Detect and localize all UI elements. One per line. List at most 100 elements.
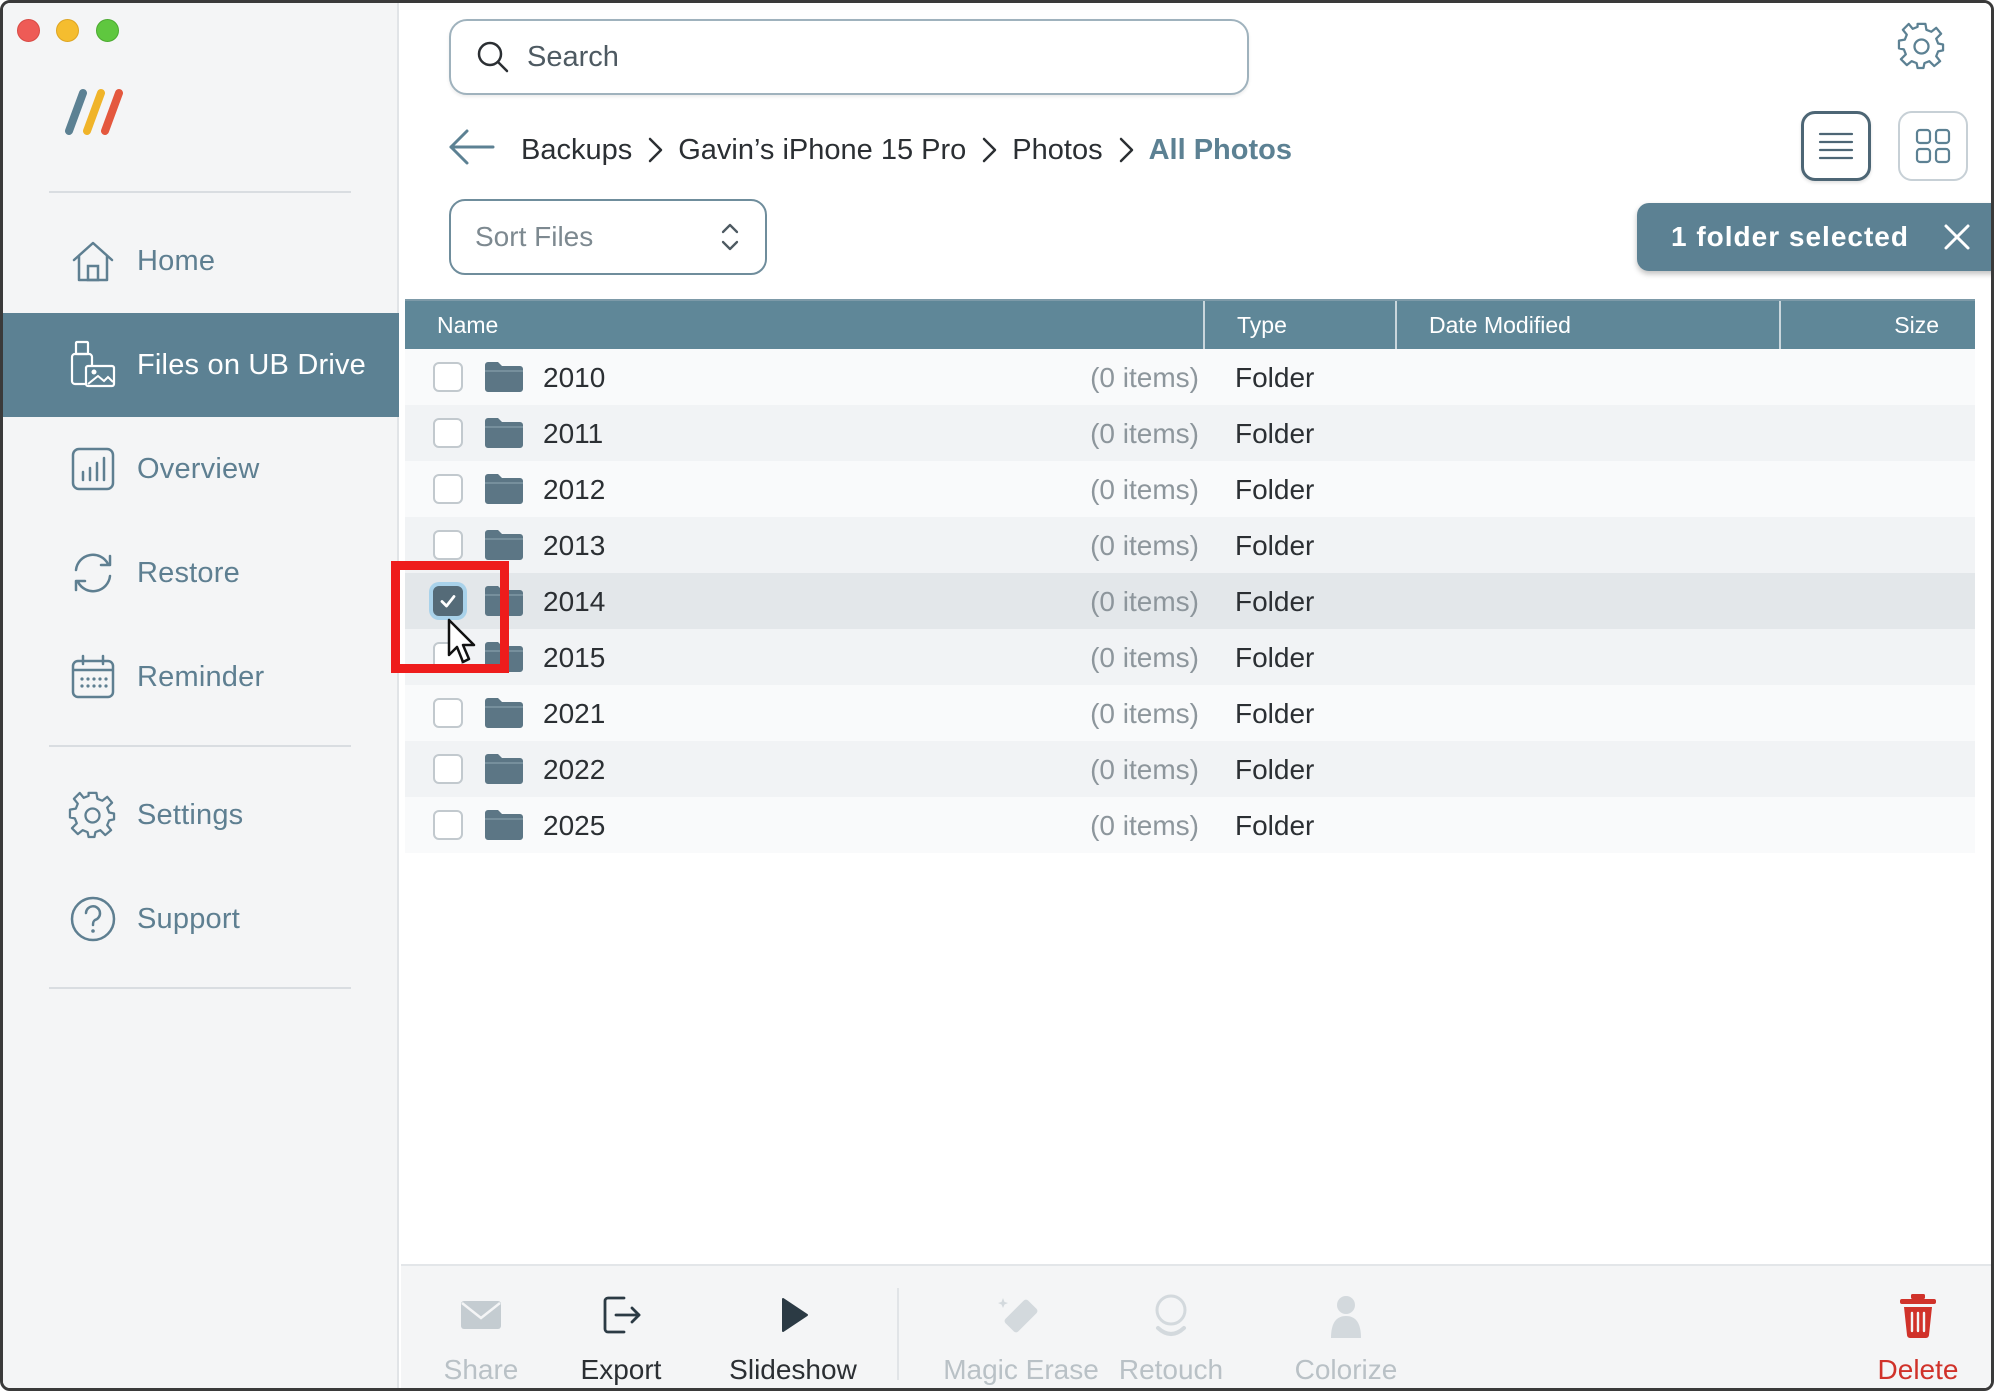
sidebar-item-home[interactable]: Home [3,209,399,313]
export-button[interactable]: Export [571,1266,671,1388]
item-count: (0 items) [1090,530,1199,561]
sidebar-item-overview[interactable]: Overview [3,417,399,521]
sidebar-item-label: Home [137,244,216,277]
trash-icon [1900,1294,1936,1338]
sidebar-divider [49,987,351,989]
table-row[interactable]: 2025 (0 items) Folder [405,797,1975,853]
sidebar-item-support[interactable]: Support [3,867,399,971]
zoom-window-button[interactable] [96,19,119,42]
item-count: (0 items) [1090,418,1199,449]
column-header-name[interactable]: Name [405,301,1205,349]
delete-button[interactable]: Delete [1863,1266,1973,1388]
file-type: Folder [1235,642,1315,673]
table-row[interactable]: 2013 (0 items) Folder [405,517,1975,573]
item-count: (0 items) [1090,362,1199,393]
file-type: Folder [1235,586,1315,617]
table-row[interactable]: 2021 (0 items) Folder [405,685,1975,741]
table-row[interactable]: 2022 (0 items) Folder [405,741,1975,797]
table-row[interactable]: 2011 (0 items) Folder [405,405,1975,461]
table-row[interactable]: 2012 (0 items) Folder [405,461,1975,517]
chevron-right-icon [648,137,663,163]
magic-erase-button[interactable]: Magic Erase [941,1266,1101,1388]
home-icon [67,235,119,287]
row-checkbox[interactable] [433,698,463,728]
item-count: (0 items) [1090,474,1199,505]
grid-view-button[interactable] [1898,111,1968,181]
table-row[interactable]: 2010 (0 items) Folder [405,349,1975,405]
sidebar-item-label: Restore [137,556,240,589]
item-count: (0 items) [1090,586,1199,617]
folder-name: 2012 [543,474,606,505]
share-button[interactable]: Share [431,1266,531,1388]
file-type: Folder [1235,754,1315,785]
row-checkbox[interactable] [433,474,463,504]
item-count: (0 items) [1090,698,1199,729]
restore-icon [67,547,119,599]
checkmark-icon [440,595,456,608]
breadcrumb: Backups Gavin’s iPhone 15 Pro Photos All… [521,125,1292,175]
sidebar-divider [49,191,351,193]
app-logo [65,89,123,135]
colorize-button[interactable]: Colorize [1281,1266,1411,1388]
list-view-button[interactable] [1801,111,1871,181]
folder-icon [485,754,523,784]
column-header-date-modified[interactable]: Date Modified [1397,301,1781,349]
folder-icon [485,362,523,392]
close-window-button[interactable] [17,19,40,42]
item-count: (0 items) [1090,642,1199,673]
sidebar-item-settings[interactable]: Settings [3,763,399,867]
magic-eraser-icon [998,1298,1038,1333]
sort-files-select[interactable]: Sort Files [449,199,767,275]
settings-gear-icon[interactable] [1897,21,1947,71]
sidebar-item-label: Settings [137,798,244,831]
column-header-type[interactable]: Type [1205,301,1397,349]
search-box[interactable] [449,19,1249,95]
row-checkbox[interactable] [433,754,463,784]
table-header: Name Type Date Modified Size [405,299,1975,349]
back-arrow-icon[interactable] [445,121,497,173]
grid-icon [1915,128,1951,164]
close-icon[interactable] [1939,219,1975,255]
sidebar-item-files-on-ub-drive[interactable]: Files on UB Drive [3,313,399,417]
row-checkbox[interactable] [433,530,463,560]
item-count: (0 items) [1090,810,1199,841]
folder-icon [485,810,523,840]
sidebar-item-reminder[interactable]: Reminder [3,625,399,729]
folder-icon [485,530,523,560]
usb-photos-icon [67,339,119,391]
folder-icon [485,474,523,504]
item-count: (0 items) [1090,754,1199,785]
selection-banner: 1 folder selected [1637,203,1991,271]
row-checkbox[interactable] [433,362,463,392]
toolbar-divider [897,1288,899,1380]
breadcrumb-item[interactable]: Photos [1012,134,1102,167]
table-body: 2010 (0 items) Folder 2011 (0 items) Folder 20… [405,349,1975,853]
minimize-window-button[interactable] [56,19,79,42]
folder-icon [485,642,523,672]
row-checkbox[interactable] [433,642,463,672]
retouch-icon [1155,1294,1187,1336]
sidebar-item-restore[interactable]: Restore [3,521,399,625]
selection-count-text: 1 folder selected [1671,221,1909,252]
folder-icon [485,698,523,728]
folder-name: 2022 [543,754,606,785]
retouch-button[interactable]: Retouch [1111,1266,1231,1388]
file-type: Folder [1235,810,1315,841]
bar-chart-icon [67,443,119,495]
sidebar-item-label: Support [137,902,240,935]
main-content: Backups Gavin’s iPhone 15 Pro Photos All… [401,3,1991,1388]
breadcrumb-item[interactable]: Gavin’s iPhone 15 Pro [678,134,966,167]
search-icon [477,41,509,73]
colorize-person-icon [1331,1296,1361,1338]
table-row[interactable]: 2014 (0 items) Folder [405,573,1975,629]
column-header-size[interactable]: Size [1781,301,1973,349]
row-checkbox[interactable] [433,586,463,616]
file-type: Folder [1235,698,1315,729]
slideshow-button[interactable]: Slideshow [719,1266,867,1388]
row-checkbox[interactable] [433,810,463,840]
search-input[interactable] [527,40,1207,74]
row-checkbox[interactable] [433,418,463,448]
table-row[interactable]: 2015 (0 items) Folder [405,629,1975,685]
breadcrumb-item[interactable]: Backups [521,134,632,167]
gear-icon [67,789,119,841]
